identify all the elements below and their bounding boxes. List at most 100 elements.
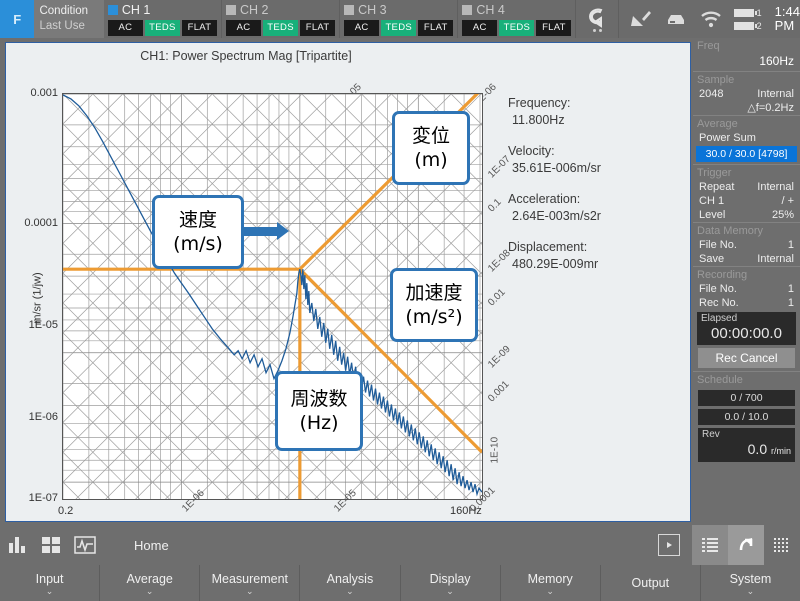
clock: 1:44 PM [775, 5, 800, 33]
ch1-label: CH 1 [121, 2, 151, 17]
y-tick-1: 0.0001 [24, 217, 58, 229]
wifi-icon[interactable] [699, 9, 723, 29]
fft-mode-button[interactable]: F [0, 0, 35, 38]
trigger-row-0: Repeat Internal [693, 180, 800, 194]
tab-average[interactable]: Average ⌄ [99, 565, 200, 601]
rec-cancel-button[interactable]: Rec Cancel [698, 348, 795, 368]
trigger-source-label[interactable]: CH 1 [699, 194, 724, 208]
battery-2-label: 2 [756, 20, 762, 31]
cursor-readout-panel: Frequency: 11.800Hz Velocity: 35.61E-006… [508, 95, 683, 287]
trigger-level-label: Level [699, 209, 726, 221]
channel-group-ch3[interactable]: CH 3 AC TEDS FLAT [340, 0, 459, 38]
ch1-flat-button[interactable]: FLAT [181, 19, 217, 36]
ch3-teds-button[interactable]: TEDS [381, 19, 417, 36]
tab-analysis[interactable]: Analysis ⌄ [299, 565, 400, 601]
recording-rec-value[interactable]: 1 [788, 296, 794, 310]
diag-tick-disp-3: 1E-09 [486, 343, 513, 371]
trigger-slope-value[interactable]: / + [781, 194, 794, 208]
waveform-icon[interactable] [68, 525, 102, 565]
grid-layout-icon[interactable] [34, 525, 68, 565]
average-progress: 30.0 / 30.0 [4798] [696, 146, 797, 162]
callout-frequency: 周波数 (Hz) [275, 371, 363, 451]
callout-acceleration-label: 加速度 [405, 282, 463, 304]
trigger-mode-value[interactable]: Internal [757, 180, 794, 194]
freq-value[interactable]: 160Hz [693, 53, 800, 71]
ch4-teds-button[interactable]: TEDS [499, 19, 535, 36]
trigger-row-1: CH 1 / + [693, 194, 800, 208]
readout-displacement-value: 480.29E-009mr [512, 257, 599, 271]
chart-title: CH1: Power Spectrum Mag [Tripartite] [140, 49, 352, 63]
elapsed-value: 00:00:00.0 [711, 325, 782, 342]
tab-average-label: Average [126, 571, 173, 586]
list-view-icon[interactable] [692, 525, 728, 565]
ch2-flat-button[interactable]: FLAT [300, 19, 336, 36]
pen-annotate-icon[interactable] [629, 9, 653, 29]
ch2-teds-button[interactable]: TEDS [263, 19, 299, 36]
ch1-ac-button[interactable]: AC [107, 19, 143, 36]
readout-velocity: Velocity: 35.61E-006m/sr [508, 143, 683, 177]
tab-display[interactable]: Display ⌄ [399, 565, 500, 601]
ch3-label: CH 3 [358, 2, 387, 17]
y-tick-0: 0.001 [30, 87, 58, 99]
diag-tick-acc-2: 0.001 [486, 378, 512, 405]
clock-meridiem: PM [774, 18, 795, 33]
battery-group: 1 2 [733, 8, 762, 31]
ch3-flat-button[interactable]: FLAT [418, 19, 454, 36]
tab-system[interactable]: System ⌄ [699, 565, 800, 601]
elapsed-display: Elapsed 00:00:00.0 [697, 312, 796, 345]
callout-velocity-label: 速度 [178, 209, 217, 231]
ch3-ac-button[interactable]: AC [344, 19, 380, 36]
chart-panel[interactable]: CH1: Power Spectrum Mag [Tripartite] 0.0… [5, 42, 691, 543]
home-label[interactable]: Home [134, 538, 169, 553]
readout-displacement: Displacement: 480.29E-009mr [508, 239, 683, 273]
channel-group-ch1[interactable]: CH 1 AC TEDS FLAT [103, 0, 222, 38]
average-mode[interactable]: Power Sum [699, 131, 756, 145]
disk-save-icon[interactable] [664, 9, 688, 29]
ch3-indicator-icon [344, 4, 355, 15]
readout-frequency-label: Frequency: [508, 96, 571, 110]
ch2-ac-button[interactable]: AC [226, 19, 262, 36]
recording-file-value[interactable]: 1 [788, 282, 794, 296]
diag-tick-acc-1: 0.01 [486, 286, 508, 309]
velocity-arrow-icon [244, 222, 289, 240]
tab-display-label: Display [429, 571, 471, 586]
data-memory-file-value[interactable]: 1 [788, 238, 794, 252]
rev-display: Rev 0.0 r/min [698, 428, 795, 462]
data-memory-row-1: Save Internal [693, 252, 800, 266]
chevron-down-icon: ⌄ [746, 585, 755, 596]
chevron-down-icon: ⌄ [145, 585, 154, 596]
data-memory-save-value[interactable]: Internal [757, 252, 794, 266]
bar-chart-icon[interactable] [0, 525, 34, 565]
tab-output[interactable]: Output [599, 565, 700, 601]
y-axis-title: m/sr (1/jw) [31, 272, 44, 324]
rev-label: Rev [702, 429, 720, 440]
condition-button[interactable]: Condition Last Use [34, 0, 104, 38]
callout-acceleration-unit: (m/s²) [405, 306, 463, 328]
trigger-level-value[interactable]: 25% [772, 208, 794, 222]
tab-measurement[interactable]: Measurement ⌄ [199, 565, 300, 601]
bottom-tab-bar: Input ⌄ Average ⌄ Measurement ⌄ Analysis… [0, 565, 800, 601]
tab-input[interactable]: Input ⌄ [0, 565, 100, 601]
callout-frequency-label: 周波数 [290, 388, 348, 410]
tab-memory[interactable]: Memory ⌄ [499, 565, 600, 601]
ch4-flat-button[interactable]: FLAT [536, 19, 572, 36]
tab-measurement-label: Measurement [211, 571, 289, 586]
play-icon[interactable] [658, 534, 680, 556]
trigger-mode-label[interactable]: Repeat [699, 180, 734, 194]
dots-grid-icon[interactable] [764, 525, 800, 565]
ch1-teds-button[interactable]: TEDS [144, 19, 180, 36]
sample-source[interactable]: Internal [757, 87, 794, 101]
ch4-ac-button[interactable]: AC [462, 19, 498, 36]
readout-frequency: Frequency: 11.800Hz [508, 95, 683, 129]
channel-group-ch2[interactable]: CH 2 AC TEDS FLAT [222, 0, 341, 38]
loop-arrow-button[interactable] [576, 0, 619, 38]
callout-velocity: 速度 (m/s) [152, 195, 244, 269]
expand-arrow-icon[interactable] [728, 525, 764, 565]
settings-sidebar: Freq 160Hz Sample 2048 Internal △f=0.2Hz… [693, 38, 800, 525]
sample-points[interactable]: 2048 [699, 87, 723, 101]
readout-acceleration: Acceleration: 2.64E-003m/s2r [508, 191, 683, 225]
data-memory-save-label: Save [699, 253, 725, 265]
battery-icon [733, 8, 757, 17]
ch2-indicator-icon [226, 4, 236, 15]
channel-group-ch4[interactable]: CH 4 AC TEDS FLAT [458, 0, 577, 38]
